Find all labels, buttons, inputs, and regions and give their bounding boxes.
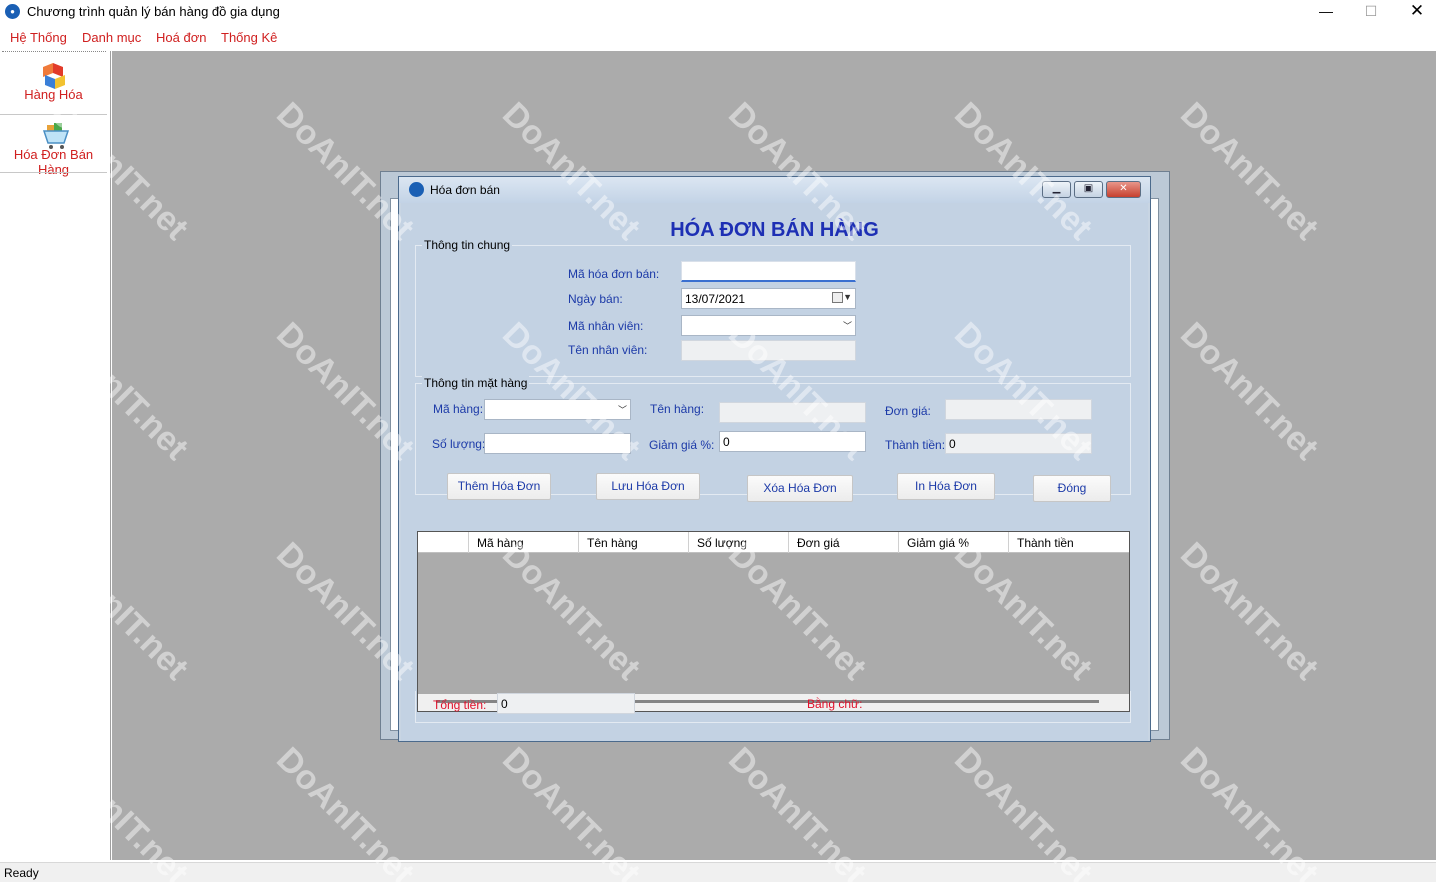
subtotal-label: Thành tiền: (885, 438, 946, 452)
invoice-window: Hóa đơn bán ▁ ▣ ✕ HÓA ĐƠN BÁN HÀNG Thông… (398, 176, 1151, 742)
invoice-window-icon (409, 182, 424, 197)
chevron-down-icon[interactable]: ﹀ (618, 403, 627, 416)
discount-label: Giảm giá %: (649, 438, 715, 452)
quantity-field[interactable] (484, 433, 631, 454)
sidebar-item-hoa-don-ban-hang[interactable]: Hóa Đơn Bán Hàng (0, 121, 107, 177)
total-field: 0 (497, 693, 635, 714)
grid-col-ma-hang[interactable]: Mã hàng (468, 532, 578, 553)
grid-row-header (418, 532, 468, 553)
discount-field[interactable]: 0 (719, 431, 866, 452)
menu-danh-muc[interactable]: Danh mục (82, 30, 141, 45)
item-name-field (719, 402, 866, 423)
chevron-down-icon[interactable]: ▼ (843, 292, 852, 302)
item-name-label: Tên hàng: (650, 402, 705, 416)
menu-bar: Hệ Thống Danh mục Hoá đơn Thống Kê (0, 26, 1436, 50)
invoice-window-titlebar[interactable]: Hóa đơn bán ▁ ▣ ✕ (399, 177, 1150, 203)
invoice-window-title: Hóa đơn bán (430, 183, 500, 197)
app-titlebar: ● Chương trình quản lý bán hàng đồ gia d… (0, 0, 1436, 24)
print-invoice-button[interactable]: In Hóa Đơn (897, 473, 995, 500)
status-bar: Ready (0, 862, 1436, 882)
add-invoice-button[interactable]: Thêm Hóa Đơn (447, 473, 551, 500)
grid-col-so-luong[interactable]: Số lượng (688, 532, 788, 553)
menu-hoa-don[interactable]: Hoá đơn (156, 30, 206, 45)
boxes-icon (41, 61, 67, 89)
sale-date-picker[interactable]: 13/07/2021 ▼ (681, 288, 856, 309)
child-minimize-button[interactable]: ▁ (1042, 181, 1071, 198)
child-close-button[interactable]: ✕ (1106, 181, 1141, 198)
item-code-combobox[interactable]: ﹀ (484, 399, 631, 420)
employee-name-label: Tên nhân viên: (568, 343, 648, 357)
invoice-id-field[interactable] (681, 261, 856, 282)
item-code-label: Mã hàng: (433, 402, 484, 416)
general-info-legend: Thông tin chung (422, 238, 513, 252)
employee-name-field (681, 340, 856, 361)
close-form-button[interactable]: Đóng (1033, 475, 1111, 502)
grid-col-thanh-tien[interactable]: Thành tiền (1008, 532, 1129, 553)
grid-col-don-gia[interactable]: Đơn giá (788, 532, 898, 553)
app-title: Chương trình quản lý bán hàng đồ gia dụn… (27, 4, 280, 19)
unit-price-field (945, 399, 1092, 420)
sidebar-divider (0, 114, 107, 115)
shopping-cart-icon (41, 121, 69, 149)
sidebar-toolbar: Hàng Hóa Hóa Đơn Bán Hàng (0, 51, 111, 860)
calendar-icon[interactable] (832, 292, 843, 303)
minimize-button[interactable]: — (1303, 0, 1349, 24)
menu-thong-ke[interactable]: Thống Kê (221, 30, 277, 45)
invoice-items-grid[interactable]: Mã hàng Tên hàng Số lượng Đơn giá Giảm g… (417, 531, 1130, 712)
child-restore-button[interactable]: ▣ (1074, 181, 1103, 198)
chevron-down-icon[interactable]: ﹀ (843, 319, 852, 332)
invoice-id-label: Mã hóa đơn bán: (568, 267, 660, 281)
delete-invoice-button[interactable]: Xóa Hóa Đơn (747, 475, 853, 502)
employee-id-label: Mã nhân viên: (568, 319, 644, 333)
sidebar-divider (0, 172, 107, 173)
grid-header: Mã hàng Tên hàng Số lượng Đơn giá Giảm g… (418, 532, 1129, 553)
status-text: Ready (4, 866, 39, 880)
grid-col-ten-hang[interactable]: Tên hàng (578, 532, 688, 553)
item-info-legend: Thông tin mặt hàng (422, 376, 530, 390)
close-button[interactable]: ✕ (1394, 0, 1436, 24)
grid-col-giam-gia[interactable]: Giảm giá % (898, 532, 1008, 553)
toolbar-grip (2, 51, 106, 52)
invoice-form: HÓA ĐƠN BÁN HÀNG Thông tin chung Mã hóa … (401, 203, 1148, 741)
sale-date-value: 13/07/2021 (685, 292, 746, 306)
app-icon: ● (5, 4, 20, 19)
total-label: Tổng tiền: (433, 698, 487, 712)
maximize-button[interactable]: ☐ (1348, 0, 1394, 24)
unit-price-label: Đơn giá: (885, 404, 931, 418)
menu-he-thong[interactable]: Hệ Thống (10, 30, 67, 45)
subtotal-field: 0 (945, 433, 1092, 454)
quantity-label: Số lượng: (432, 437, 486, 451)
in-words-label: Bằng chữ: (807, 697, 863, 711)
invoice-heading: HÓA ĐƠN BÁN HÀNG (670, 219, 879, 241)
save-invoice-button[interactable]: Lưu Hóa Đơn (596, 473, 700, 500)
sidebar-item-hang-hoa[interactable]: Hàng Hóa (0, 61, 107, 102)
sale-date-label: Ngày bán: (568, 292, 623, 306)
employee-id-combobox[interactable]: ﹀ (681, 315, 856, 336)
